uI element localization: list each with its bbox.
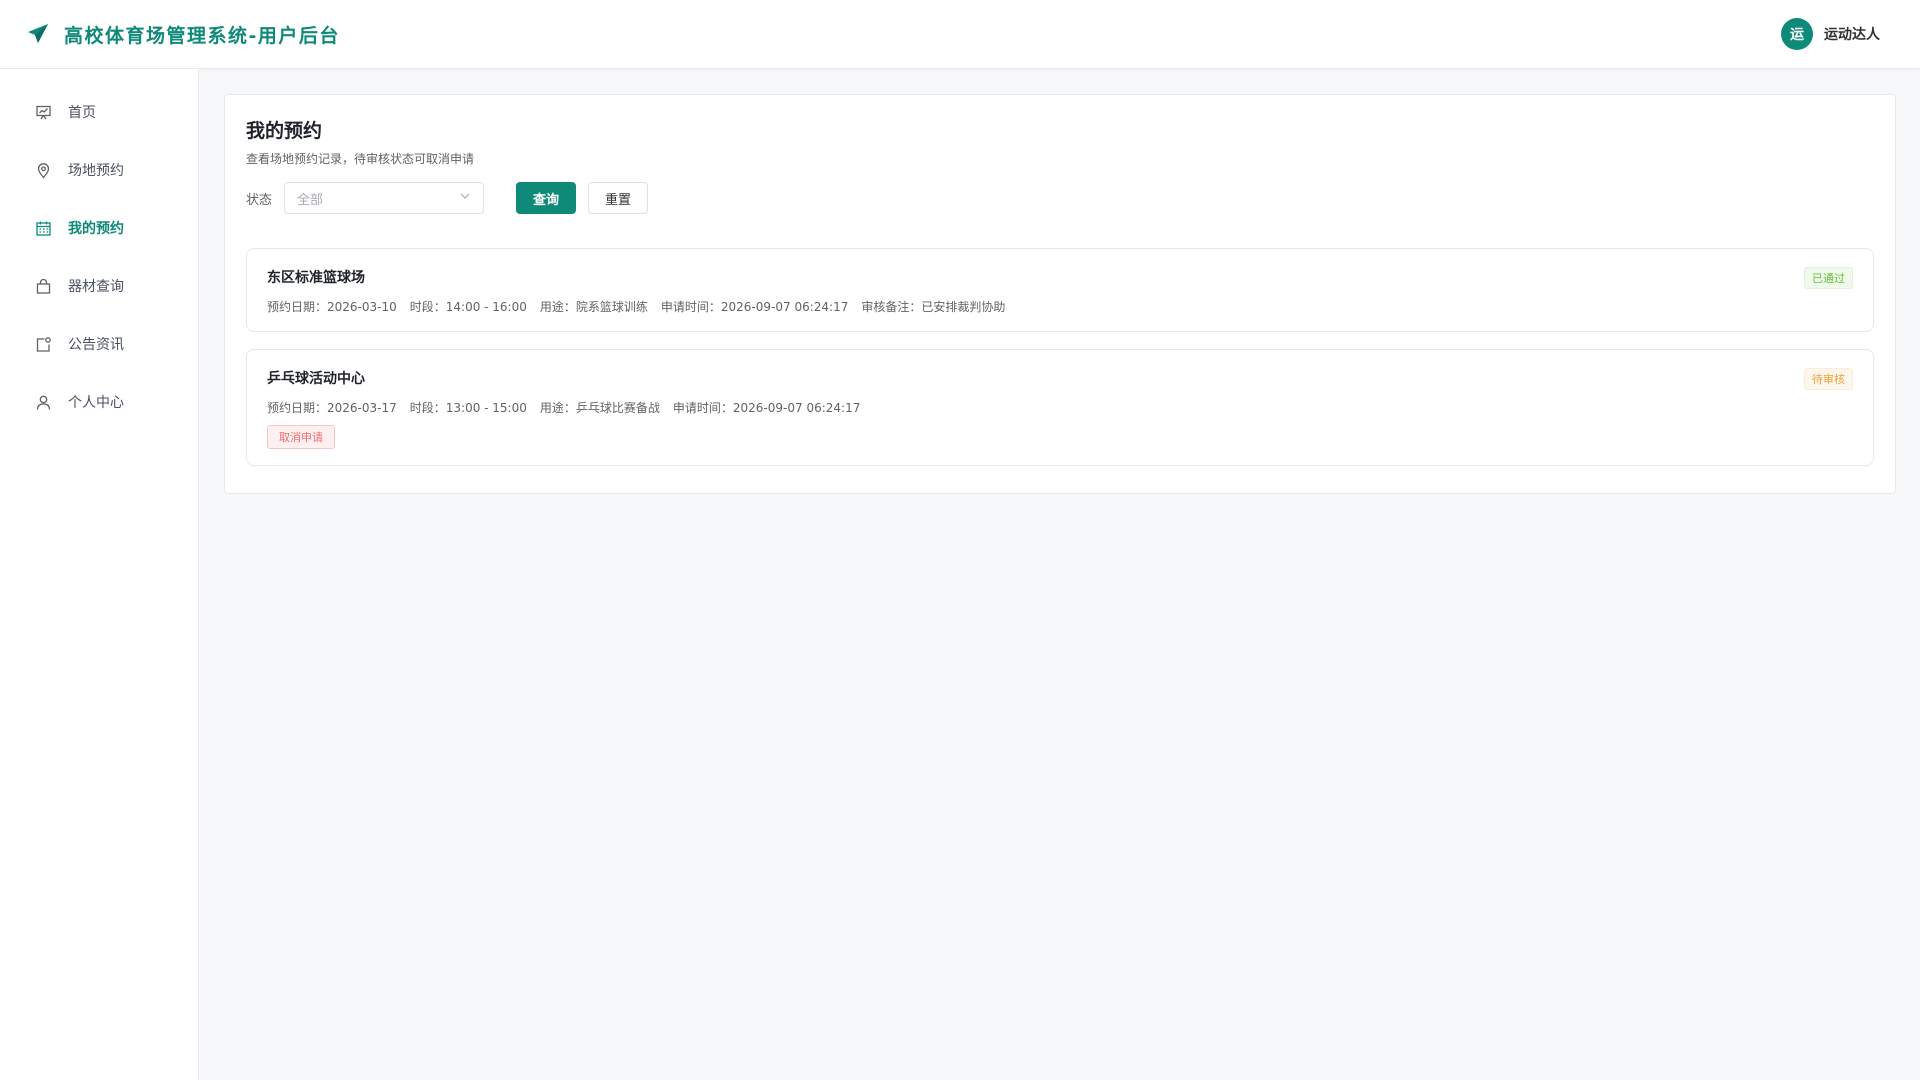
reset-button[interactable]: 重置: [588, 182, 649, 214]
bookings-panel: 我的预约 查看场地预约记录，待审核状态可取消申请 状态 全部 查询 重置 东区标…: [224, 94, 1896, 494]
avatar[interactable]: 运: [1781, 18, 1813, 50]
query-button[interactable]: 查询: [516, 182, 577, 214]
sidebar-item-announcements[interactable]: 公告资讯: [0, 315, 198, 373]
calendar-icon: [35, 220, 52, 237]
booking-meta: 预约日期：2026-03-10 时段：14:00 - 16:00 用途：院系篮球…: [267, 298, 1853, 315]
status-badge: 已通过: [1804, 267, 1853, 289]
presentation-icon: [35, 104, 52, 121]
sidebar-item-label: 我的预约: [68, 221, 124, 237]
page-title: 我的预约: [246, 120, 323, 142]
notification-icon: [35, 336, 52, 353]
page-subtitle: 查看场地预约记录，待审核状态可取消申请: [246, 152, 475, 166]
booking-slot: 时段：13:00 - 15:00: [409, 401, 527, 415]
status-select-value: 全部: [297, 192, 324, 208]
venue-name: 东区标准篮球场: [267, 270, 365, 286]
booking-date: 预约日期：2026-03-10: [267, 300, 397, 314]
sidebar-item-label: 个人中心: [68, 395, 124, 411]
username[interactable]: 运动达人: [1824, 24, 1880, 44]
booking-date: 预约日期：2026-03-17: [267, 401, 397, 415]
status-badge: 待审核: [1804, 368, 1853, 390]
booking-applied-time: 申请时间：2026-09-07 06:24:17: [660, 300, 849, 314]
sidebar-item-my-bookings[interactable]: 我的预约: [0, 199, 198, 257]
sidebar-item-label: 场地预约: [68, 163, 124, 179]
sidebar-item-equipment[interactable]: 器材查询: [0, 257, 198, 315]
venue-name: 乒乓球活动中心: [267, 371, 365, 387]
status-filter-label: 状态: [246, 192, 273, 208]
sidebar-item-label: 首页: [68, 105, 96, 121]
sidebar-item-label: 公告资讯: [68, 337, 124, 353]
booking-list: 东区标准篮球场 已通过 预约日期：2026-03-10 时段：14:00 - 1…: [246, 248, 1874, 466]
status-select[interactable]: 全部: [284, 182, 485, 214]
paper-plane-icon: [26, 22, 50, 46]
booking-card: 东区标准篮球场 已通过 预约日期：2026-03-10 时段：14:00 - 1…: [246, 248, 1874, 332]
sidebar-item-home[interactable]: 首页: [0, 83, 198, 141]
sidebar-item-label: 器材查询: [68, 279, 124, 295]
booking-card: 乒乓球活动中心 待审核 预约日期：2026-03-17 时段：13:00 - 1…: [246, 349, 1874, 466]
top-header: 高校体育场管理系统-用户后台 运 运动达人: [0, 0, 1920, 69]
app-title: 高校体育场管理系统-用户后台: [64, 24, 340, 47]
sidebar-item-profile[interactable]: 个人中心: [0, 373, 198, 431]
user-icon: [35, 394, 52, 411]
booking-meta: 预约日期：2026-03-17 时段：13:00 - 15:00 用途：乒乓球比…: [267, 399, 1853, 416]
cancel-application-button[interactable]: 取消申请: [267, 425, 335, 449]
shopping-bag-icon: [35, 278, 52, 295]
booking-purpose: 用途：乒乓球比赛备战: [539, 401, 660, 415]
brand: 高校体育场管理系统-用户后台: [26, 21, 340, 48]
chevron-down-icon: [459, 190, 471, 206]
user-menu[interactable]: 运 运动达人: [1781, 18, 1880, 50]
booking-applied-time: 申请时间：2026-09-07 06:24:17: [672, 401, 861, 415]
sidebar: 首页 场地预约 我的预约 器材查询 公告资讯 个人中心: [0, 69, 199, 1080]
booking-purpose: 用途：院系篮球训练: [539, 300, 648, 314]
booking-slot: 时段：14:00 - 16:00: [409, 300, 527, 314]
booking-remark: 审核备注：已安排裁判协助: [861, 300, 1006, 314]
filter-bar: 状态 全部 查询 重置: [246, 182, 1874, 214]
location-pin-icon: [35, 162, 52, 179]
sidebar-item-venue-booking[interactable]: 场地预约: [0, 141, 198, 199]
